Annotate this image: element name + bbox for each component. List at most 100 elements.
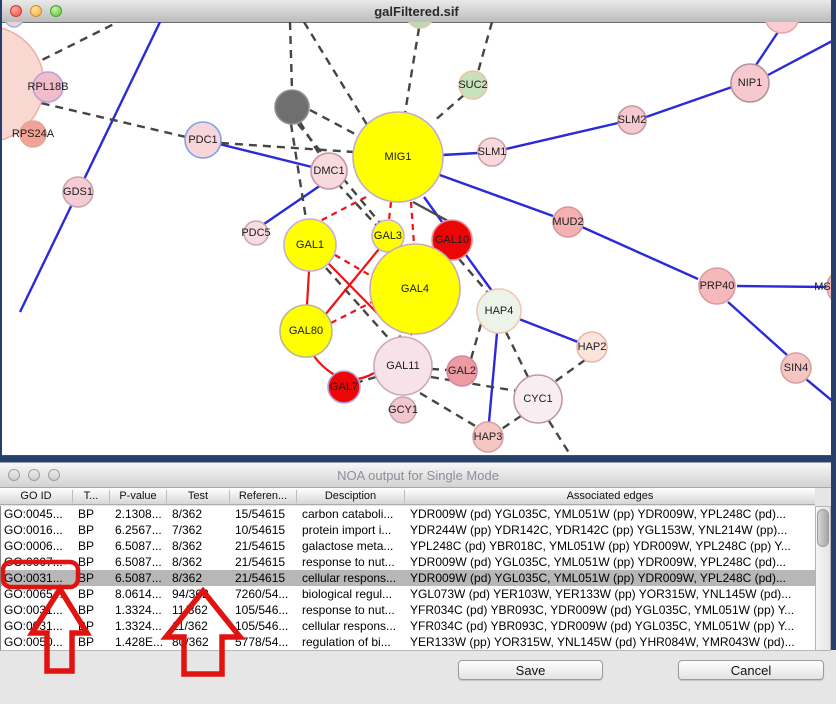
vertical-scrollbar[interactable] (815, 506, 831, 651)
table-cell: 1.3324... (111, 603, 168, 617)
scrollbar-thumb[interactable] (817, 509, 829, 547)
table-cell: YGL073W (pd) YER103W, YER133W (pp) YOR31… (406, 587, 815, 601)
table-cell: BP (74, 571, 111, 585)
table-cell: regulation of bi... (298, 635, 406, 649)
graph-node-unlabeled-gray[interactable] (275, 90, 309, 124)
graph-node-GAL7[interactable]: GAL7 (328, 371, 360, 403)
table-cell: cellular respons... (298, 571, 406, 585)
graph-node-SLM2[interactable]: SLM2 (618, 106, 647, 134)
table-row[interactable]: GO:0031...BP1.3324...11/362105/546...res… (1, 602, 815, 618)
graph-window-titlebar: galFiltered.sif (2, 0, 831, 23)
table-row[interactable]: GO:0050...BP1.428E...80/3625778/54...reg… (1, 634, 815, 650)
table-row[interactable]: GO:0007...BP6.5087...8/36221/54615respon… (1, 554, 815, 570)
table-cell: BP (74, 539, 111, 553)
graph-node-label: GCY1 (388, 404, 418, 416)
graph-node-label: GAL11 (386, 360, 419, 372)
graph-window: galFiltered.sif RPL18BRPS24AGDS1PDC1DMC1… (2, 0, 831, 456)
graph-edge-blue (442, 153, 478, 155)
graph-node-clipped-top-right[interactable] (765, 22, 799, 33)
graph-node-GAL4[interactable]: GAL4 (370, 244, 460, 334)
graph-node-label: GAL10 (435, 234, 469, 246)
table-cell: YPL248C (pd) YBR018C, YML051W (pp) YDR00… (406, 539, 815, 553)
graph-node-label: DMC1 (313, 165, 344, 177)
graph-node-HAP2[interactable]: HAP2 (577, 332, 607, 362)
table-row[interactable]: GO:0065...BP8.0614...94/3627260/54...bio… (1, 586, 815, 602)
table-cell: cellular respons... (298, 619, 406, 633)
graph-node-GDS1[interactable]: GDS1 (63, 177, 93, 207)
graph-node-GAL1[interactable]: GAL1 (284, 219, 336, 271)
table-cell: BP (74, 523, 111, 537)
table-cell: 21/54615 (231, 539, 298, 553)
graph-node-PRP40[interactable]: PRP40 (699, 268, 735, 304)
graph-node-GCY1[interactable]: GCY1 (388, 397, 418, 423)
table-cell: YFR034C (pd) YBR093C, YDR009W (pd) YGL03… (406, 603, 815, 617)
graph-node-HAP3[interactable]: HAP3 (473, 422, 503, 452)
table-cell: YFR034C (pd) YBR093C, YDR009W (pd) YGL03… (406, 619, 815, 633)
column-header-associated-edges[interactable]: Associated edges (405, 490, 815, 503)
graph-node-SIN4[interactable]: SIN4 (781, 353, 811, 383)
column-header-t-[interactable]: T... (73, 490, 110, 503)
graph-node-label: GAL3 (374, 230, 402, 242)
graph-node-MIG1[interactable]: MIG1 (353, 112, 443, 202)
graph-node-MUD2[interactable]: MUD2 (552, 207, 583, 237)
graph-edge-blue (519, 319, 578, 342)
graph-edge-dark-dashed (478, 22, 492, 72)
graph-edge-dark-dashed (553, 360, 585, 383)
graph-node-DMC1[interactable]: DMC1 (311, 153, 347, 189)
graph-node-label: PRP40 (700, 280, 735, 292)
table-header: GO IDT...P-valueTestReferen...Desciption… (0, 488, 815, 505)
table-cell: 11/362 (168, 619, 231, 633)
noa-window-title: NOA output for Single Mode (0, 468, 836, 483)
column-header-desciption[interactable]: Desciption (297, 490, 405, 503)
graph-node-label: MUD2 (552, 216, 583, 228)
table-row[interactable]: GO:0031...BP1.3324...11/362105/546...cel… (1, 618, 815, 634)
graph-node-MSI[interactable]: MSI (814, 269, 831, 305)
graph-node-clipped-top-left[interactable] (5, 22, 23, 27)
graph-node-GAL2[interactable]: GAL2 (447, 356, 477, 386)
graph-edge-blue (728, 302, 787, 355)
graph-node-PDC5[interactable]: PDC5 (241, 221, 270, 245)
column-header-go-id[interactable]: GO ID (0, 490, 73, 503)
table-row[interactable]: GO:0045...BP2.1308...8/36215/54615carbon… (1, 506, 815, 522)
table-cell: carbon cataboli... (298, 507, 406, 521)
graph-node-HAP4[interactable]: HAP4 (477, 289, 521, 333)
table-row[interactable]: GO:0006...BP6.5087...8/36221/54615galact… (1, 538, 815, 554)
table-cell: galactose meta... (298, 539, 406, 553)
table-body: GO:0045...BP2.1308...8/36215/54615carbon… (0, 506, 815, 651)
column-header-referen-[interactable]: Referen... (230, 490, 297, 503)
table-cell: YDR244W (pp) YDR142C, YDR142C (pp) YGL15… (406, 523, 815, 537)
graph-node-label: MIG1 (385, 151, 412, 163)
table-cell: 21/54615 (231, 555, 298, 569)
cancel-button[interactable]: Cancel (678, 660, 824, 680)
graph-node-label: GAL80 (289, 325, 323, 337)
table-cell: BP (74, 619, 111, 633)
table-cell: 7/362 (168, 523, 231, 537)
graph-node-SLM1[interactable]: SLM1 (478, 138, 507, 166)
table-cell: GO:0045... (1, 507, 74, 521)
graph-node-NIP1[interactable]: NIP1 (731, 64, 769, 102)
graph-node-GAL80[interactable]: GAL80 (280, 305, 332, 357)
graph-edge-dark-dashed (405, 28, 419, 113)
table-cell: biological regul... (298, 587, 406, 601)
graph-node-SUC2[interactable]: SUC2 (458, 71, 487, 99)
graph-edge-dark-dashed (290, 22, 292, 90)
column-header-p-value[interactable]: P-value (110, 490, 167, 503)
table-cell: 80/362 (168, 635, 231, 649)
column-header-test[interactable]: Test (167, 490, 230, 503)
graph-edge-red-dashed (389, 202, 391, 220)
graph-node-GAL11[interactable]: GAL11 (374, 337, 432, 395)
graph-node-PDC1[interactable]: PDC1 (185, 122, 221, 158)
graph-node-clipped-top-green[interactable] (407, 22, 433, 28)
graph-edge-blue (437, 174, 553, 216)
table-row[interactable]: GO:0031...BP6.5087...8/36221/54615cellul… (1, 570, 815, 586)
table-cell: 5778/54... (231, 635, 298, 649)
network-canvas[interactable]: RPL18BRPS24AGDS1PDC1DMC1MIG1SUC2SLM1SLM2… (2, 22, 831, 456)
table-row[interactable]: GO:0016...BP6.2567...7/36210/54615protei… (1, 522, 815, 538)
graph-node-CYC1[interactable]: CYC1 (514, 375, 562, 423)
graph-node-label: GAL7 (330, 381, 358, 393)
graph-node-label: HAP3 (474, 431, 503, 443)
graph-node-label: GAL2 (448, 365, 476, 377)
table-cell: 6.5087... (111, 555, 168, 569)
table-cell: 6.5087... (111, 539, 168, 553)
save-button[interactable]: Save (458, 660, 603, 680)
